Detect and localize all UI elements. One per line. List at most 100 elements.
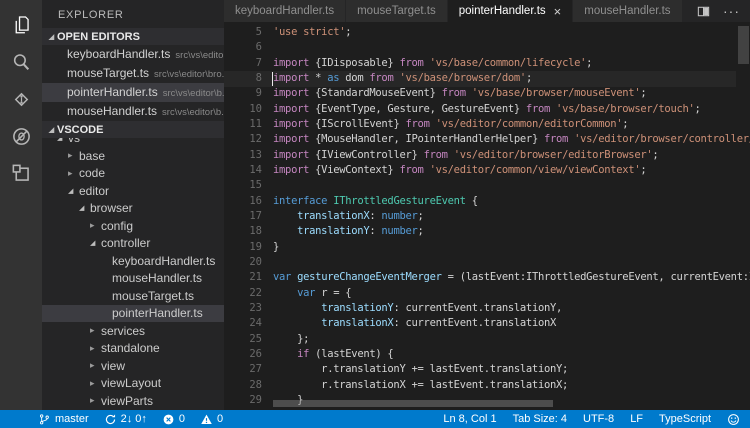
code-line[interactable]: 26 if (lastEvent) { bbox=[224, 347, 750, 362]
code-line[interactable]: 17 translationX: number; bbox=[224, 209, 750, 224]
chevron-collapsed-icon: ▸ bbox=[68, 168, 79, 179]
open-editor-item[interactable]: keyboardHandler.tssrc\vs\edito... bbox=[42, 45, 224, 64]
activity-bar-extensions[interactable] bbox=[0, 155, 42, 192]
file-path: src\vs\editor\bro... bbox=[154, 69, 224, 80]
code-line[interactable]: 24 translationX: currentEvent.translatio… bbox=[224, 316, 750, 331]
code-line[interactable]: 12import {MouseHandler, IPointerHandlerH… bbox=[224, 132, 750, 147]
code-line[interactable]: 5'use strict'; bbox=[224, 25, 750, 40]
code-line[interactable]: 8 import * as dom from 'vs/base/browser/d… bbox=[224, 71, 750, 86]
code-line[interactable]: 18 translationY: number; bbox=[224, 224, 750, 239]
code-line[interactable]: 16interface IThrottledGestureEvent { bbox=[224, 194, 750, 209]
file-path: src\vs\edito... bbox=[175, 50, 224, 61]
tree-item-services[interactable]: ▸services bbox=[42, 322, 224, 340]
code-line[interactable]: 25 }; bbox=[224, 332, 750, 347]
chevron-collapsed-icon: ▸ bbox=[90, 395, 101, 406]
tab-mousetarget-ts[interactable]: mouseTarget.ts bbox=[346, 0, 447, 22]
code-line[interactable]: 9import {StandardMouseEvent} from 'vs/ba… bbox=[224, 86, 750, 101]
split-editor-button[interactable] bbox=[696, 4, 711, 19]
tab-keyboardhandler-ts[interactable]: keyboardHandler.ts bbox=[224, 0, 345, 22]
code-text: if (lastEvent) { bbox=[273, 347, 750, 362]
tab-mousehandler-ts[interactable]: mouseHandler.ts bbox=[573, 0, 681, 22]
activity-bar-debug[interactable] bbox=[0, 118, 42, 155]
code-line[interactable]: 7import {IDisposable} from 'vs/base/comm… bbox=[224, 56, 750, 71]
folder-section-label: VSCODE bbox=[57, 124, 103, 136]
tree-item-viewparts[interactable]: ▸viewParts bbox=[42, 392, 224, 410]
line-number: 9 bbox=[224, 86, 262, 101]
status-encoding[interactable]: UTF-8 bbox=[583, 413, 614, 425]
tree-item-label: config bbox=[101, 219, 133, 233]
line-number: 10 bbox=[224, 102, 262, 117]
tree-item-label: viewParts bbox=[101, 394, 153, 408]
tree-item-label: standalone bbox=[101, 341, 160, 355]
file-path: src\vs\editor\b.. bbox=[163, 88, 224, 99]
tree-item-editor[interactable]: ◢editor bbox=[42, 182, 224, 200]
tree-item-base[interactable]: ▸base bbox=[42, 147, 224, 165]
vertical-scrollbar[interactable] bbox=[738, 26, 749, 64]
line-number: 28 bbox=[224, 378, 262, 393]
tree-item-mousehandler-ts[interactable]: mouseHandler.ts bbox=[42, 270, 224, 288]
status-language-label: TypeScript bbox=[659, 413, 711, 425]
code-line[interactable]: 14import {ViewContext} from 'vs/editor/c… bbox=[224, 163, 750, 178]
code-line[interactable]: 22 var r = { bbox=[224, 286, 750, 301]
chevron-expanded-icon: ◢ bbox=[46, 33, 57, 41]
branch-icon bbox=[38, 413, 51, 426]
line-number: 17 bbox=[224, 209, 262, 224]
status-feedback[interactable] bbox=[727, 413, 740, 426]
open-editor-item[interactable]: mouseHandler.tssrc\vs\editor\b... bbox=[42, 102, 224, 121]
status-warnings[interactable]: 0 bbox=[200, 413, 223, 426]
status-eol-label: LF bbox=[630, 413, 643, 425]
code-line[interactable]: 13import {IViewController} from 'vs/edit… bbox=[224, 148, 750, 163]
code-line[interactable]: 21var gestureChangeEventMerger = (lastEv… bbox=[224, 270, 750, 285]
tab-pointerhandler-ts[interactable]: pointerHandler.ts× bbox=[448, 0, 573, 22]
code-text: import * as dom from 'vs/base/browser/do… bbox=[273, 71, 750, 86]
open-editors-header[interactable]: ◢ OPEN EDITORS bbox=[42, 28, 224, 45]
status-errors[interactable]: 0 bbox=[162, 413, 185, 426]
code-line[interactable]: 11import {IScrollEvent} from 'vs/editor/… bbox=[224, 117, 750, 132]
tree-item-code[interactable]: ▸code bbox=[42, 165, 224, 183]
line-number: 15 bbox=[224, 178, 262, 193]
code-line[interactable]: 23 translationY: currentEvent.translatio… bbox=[224, 301, 750, 316]
code-text: interface IThrottledGestureEvent { bbox=[273, 194, 750, 209]
tree-item-standalone[interactable]: ▸standalone bbox=[42, 340, 224, 358]
folder-section-header[interactable]: ◢ VSCODE bbox=[42, 121, 224, 138]
tree-item-viewlayout[interactable]: ▸viewLayout bbox=[42, 375, 224, 393]
line-number: 18 bbox=[224, 224, 262, 239]
status-sync[interactable]: 2↓ 0↑ bbox=[104, 413, 147, 426]
code-line[interactable]: 19} bbox=[224, 240, 750, 255]
tree-item-controller[interactable]: ◢controller bbox=[42, 235, 224, 253]
line-number: 8 bbox=[224, 71, 262, 86]
line-number: 21 bbox=[224, 270, 262, 285]
chevron-collapsed-icon: ▸ bbox=[90, 325, 101, 336]
code-editor[interactable]: 5'use strict';67import {IDisposable} fro… bbox=[224, 22, 750, 410]
status-eol[interactable]: LF bbox=[630, 413, 643, 425]
tree-item-config[interactable]: ▸config bbox=[42, 217, 224, 235]
tree-item-mousetarget-ts[interactable]: mouseTarget.ts bbox=[42, 287, 224, 305]
chevron-collapsed-icon: ▸ bbox=[90, 343, 101, 354]
open-editor-item[interactable]: pointerHandler.tssrc\vs\editor\b.. bbox=[42, 83, 224, 102]
horizontal-scrollbar[interactable] bbox=[273, 400, 553, 407]
tree-item-pointerhandler-ts[interactable]: pointerHandler.ts bbox=[42, 305, 224, 323]
code-line[interactable]: 27 r.translationY += lastEvent.translati… bbox=[224, 362, 750, 377]
status-tab-size[interactable]: Tab Size: 4 bbox=[513, 413, 567, 425]
code-line[interactable]: 20 bbox=[224, 255, 750, 270]
chevron-expanded-icon: ◢ bbox=[90, 239, 101, 247]
line-number: 7 bbox=[224, 56, 262, 71]
status-branch[interactable]: master bbox=[38, 413, 89, 426]
tree-item-view[interactable]: ▸view bbox=[42, 357, 224, 375]
tree-item-browser[interactable]: ◢browser bbox=[42, 200, 224, 218]
activity-bar-git[interactable] bbox=[0, 81, 42, 118]
code-line[interactable]: 28 r.translationX += lastEvent.translati… bbox=[224, 378, 750, 393]
activity-bar-explorer[interactable] bbox=[0, 7, 42, 44]
code-line[interactable]: 15 bbox=[224, 178, 750, 193]
open-editor-item[interactable]: mouseTarget.tssrc\vs\editor\bro... bbox=[42, 64, 224, 83]
tree-item-keyboardhandler-ts[interactable]: keyboardHandler.ts bbox=[42, 252, 224, 270]
more-actions-button[interactable]: ··· bbox=[723, 3, 740, 19]
line-number: 23 bbox=[224, 301, 262, 316]
code-line[interactable]: 6 bbox=[224, 40, 750, 55]
status-cursor-position[interactable]: Ln 8, Col 1 bbox=[443, 413, 496, 425]
tree-item-vs[interactable]: ◢vs bbox=[42, 138, 224, 147]
close-icon[interactable]: × bbox=[554, 5, 562, 18]
activity-bar-search[interactable] bbox=[0, 44, 42, 81]
status-language[interactable]: TypeScript bbox=[659, 413, 711, 425]
code-line[interactable]: 10import {EventType, Gesture, GestureEve… bbox=[224, 102, 750, 117]
